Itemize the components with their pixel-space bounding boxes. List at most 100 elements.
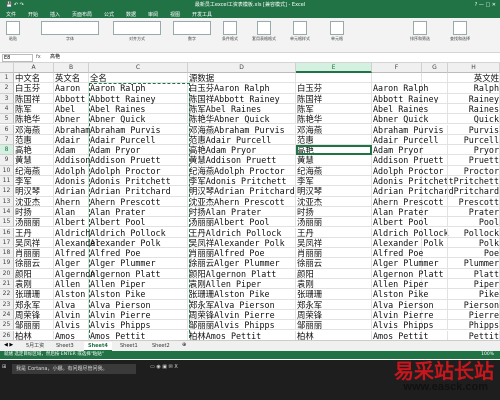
cell-g22[interactable]: [422, 289, 448, 300]
cell-c11[interactable]: Adonis Pritchett: [89, 176, 188, 187]
cell-c14[interactable]: Alan Prater: [89, 206, 188, 218]
cell-g2[interactable]: [422, 83, 448, 94]
cell-d9[interactable]: 黄慧Addison Pruett: [188, 155, 296, 166]
cell-b2[interactable]: Aaron: [54, 83, 89, 94]
cell-b3[interactable]: Abbott: [54, 93, 89, 104]
cell-c5[interactable]: Abner Quick: [89, 114, 188, 125]
cell-g20[interactable]: [422, 268, 448, 279]
column-header-h[interactable]: H: [448, 63, 500, 73]
cell-f8[interactable]: Adam Pryor: [372, 145, 423, 156]
cell-a14[interactable]: 时扬: [14, 206, 54, 218]
cell-b1[interactable]: 英文名: [54, 73, 89, 84]
tab-review[interactable]: 审阅: [148, 11, 158, 18]
tab-insert[interactable]: 插入: [50, 11, 60, 18]
cell-f17[interactable]: Alexander Polk: [372, 237, 444, 249]
cell-g16[interactable]: [422, 227, 448, 238]
tab-page-layout[interactable]: 页面布局: [72, 11, 92, 18]
cell-d1[interactable]: 源数据: [188, 73, 296, 84]
cell-e8[interactable]: 高艳: [296, 145, 372, 156]
cell-h21[interactable]: Piper: [448, 279, 500, 290]
cell-a2[interactable]: 白玉芬: [14, 83, 54, 94]
cell-d17[interactable]: 吴凤祥Alexander Polk: [188, 237, 296, 249]
cell-c3[interactable]: Abbott Rainey: [89, 93, 188, 104]
cell-g12[interactable]: [422, 186, 448, 197]
conditional-format-button[interactable]: 条件格式: [222, 21, 238, 42]
row-header-8[interactable]: 8: [0, 145, 14, 156]
cell-a4[interactable]: 陈军: [14, 103, 54, 115]
cell-e11[interactable]: 李军: [296, 176, 372, 187]
cell-e7[interactable]: 范惠: [296, 134, 372, 146]
cell-h12[interactable]: Pritchard: [448, 186, 500, 197]
cell-g5[interactable]: [422, 114, 448, 125]
cell-f12[interactable]: Adrian Pritchard: [372, 186, 454, 197]
cell-h19[interactable]: Plummer: [448, 258, 500, 269]
cell-g15[interactable]: [422, 217, 448, 228]
tab-file[interactable]: 文件: [6, 11, 16, 18]
cell-e22[interactable]: 张珊珊: [296, 289, 372, 300]
cell-b6[interactable]: Abraham: [54, 124, 90, 135]
font-group[interactable]: 字体: [40, 21, 100, 42]
cell-f16[interactable]: Aldrich Pollock: [372, 227, 449, 238]
cell-g19[interactable]: [422, 258, 448, 269]
row-header-7[interactable]: 7: [0, 134, 14, 146]
row-header-1[interactable]: 1: [0, 73, 14, 84]
cell-h6[interactable]: Purvis: [448, 124, 500, 135]
cell-b14[interactable]: Alan: [54, 206, 89, 218]
cell-a19[interactable]: 徐丽云: [14, 258, 54, 269]
cell-f7[interactable]: Adair Purcell: [372, 134, 439, 146]
cell-g10[interactable]: [422, 165, 448, 176]
cell-a1[interactable]: 中文名: [14, 73, 54, 84]
row-header-25[interactable]: 25: [0, 320, 14, 331]
row-header-17[interactable]: 17: [0, 237, 14, 249]
cell-h2[interactable]: Ralph: [448, 83, 500, 94]
cell-g1[interactable]: [422, 73, 448, 84]
cell-e24[interactable]: 周荣锋: [296, 309, 372, 321]
fx-icon[interactable]: fx: [36, 54, 41, 61]
cell-g17[interactable]: [422, 237, 448, 249]
cell-g3[interactable]: [422, 93, 448, 104]
cell-g6[interactable]: [422, 124, 448, 135]
cell-a22[interactable]: 张珊珊: [14, 289, 54, 300]
column-header-b[interactable]: B: [54, 63, 89, 73]
cell-a16[interactable]: 王丹: [14, 227, 54, 238]
cell-g24[interactable]: [422, 309, 448, 321]
cell-a18[interactable]: 肖丽丽: [14, 248, 54, 259]
cell-f20[interactable]: Algernon Platt: [372, 268, 444, 279]
row-header-9[interactable]: 9: [0, 155, 14, 166]
sheet-tab-5yue[interactable]: 5月工资: [22, 342, 48, 350]
cell-b11[interactable]: Adonis: [54, 176, 89, 187]
cell-d3[interactable]: 陈国祥Abbott Rainey: [188, 93, 296, 104]
cell-f9[interactable]: Addison Pruett: [372, 155, 444, 166]
cell-f14[interactable]: Alan Prater: [372, 206, 428, 218]
cell-d2[interactable]: 白玉芬Aaron Ralph: [188, 83, 296, 94]
cell-e18[interactable]: 肖丽丽: [296, 248, 372, 259]
cell-e6[interactable]: 邓海燕: [296, 124, 372, 135]
cell-h24[interactable]: Pierre: [448, 309, 500, 321]
row-header-13[interactable]: 13: [0, 196, 14, 207]
column-header-d[interactable]: D: [188, 63, 296, 73]
cell-f13[interactable]: Ahern Prescott: [372, 196, 444, 207]
row-header-12[interactable]: 12: [0, 186, 14, 197]
cell-d24[interactable]: 周荣锋Alvin Pierre: [188, 309, 296, 321]
cell-a25[interactable]: 邹丽丽: [14, 320, 54, 331]
cell-f3[interactable]: Abbott Rainey: [372, 93, 439, 104]
cell-a7[interactable]: 范惠: [14, 134, 54, 146]
cell-d4[interactable]: 陈军Abel Raines: [188, 103, 296, 115]
row-header-3[interactable]: 3: [0, 93, 14, 104]
cell-b21[interactable]: Allen: [54, 279, 89, 290]
sheet-nav-arrows-icon[interactable]: ◀ ▶: [4, 342, 13, 348]
cell-a20[interactable]: 颜阳: [14, 268, 54, 279]
cell-b4[interactable]: Abel: [54, 103, 89, 115]
cell-f1[interactable]: [372, 73, 422, 84]
cell-h14[interactable]: Prater: [448, 206, 500, 218]
cell-h3[interactable]: Rainey: [448, 93, 500, 104]
cell-b17[interactable]: Alexander: [54, 237, 100, 249]
cell-h8[interactable]: Pryor: [448, 145, 500, 156]
row-header-2[interactable]: 2: [0, 83, 14, 94]
sheet-tab-sheet4[interactable]: Sheet4: [84, 342, 112, 351]
cell-d10[interactable]: 纪海燕Adolph Proctor: [188, 165, 296, 176]
cell-b5[interactable]: Abner: [54, 114, 89, 125]
cell-g18[interactable]: [422, 248, 448, 259]
cell-g11[interactable]: [422, 176, 448, 187]
cell-f11[interactable]: Adonis Pritchett: [372, 176, 454, 187]
